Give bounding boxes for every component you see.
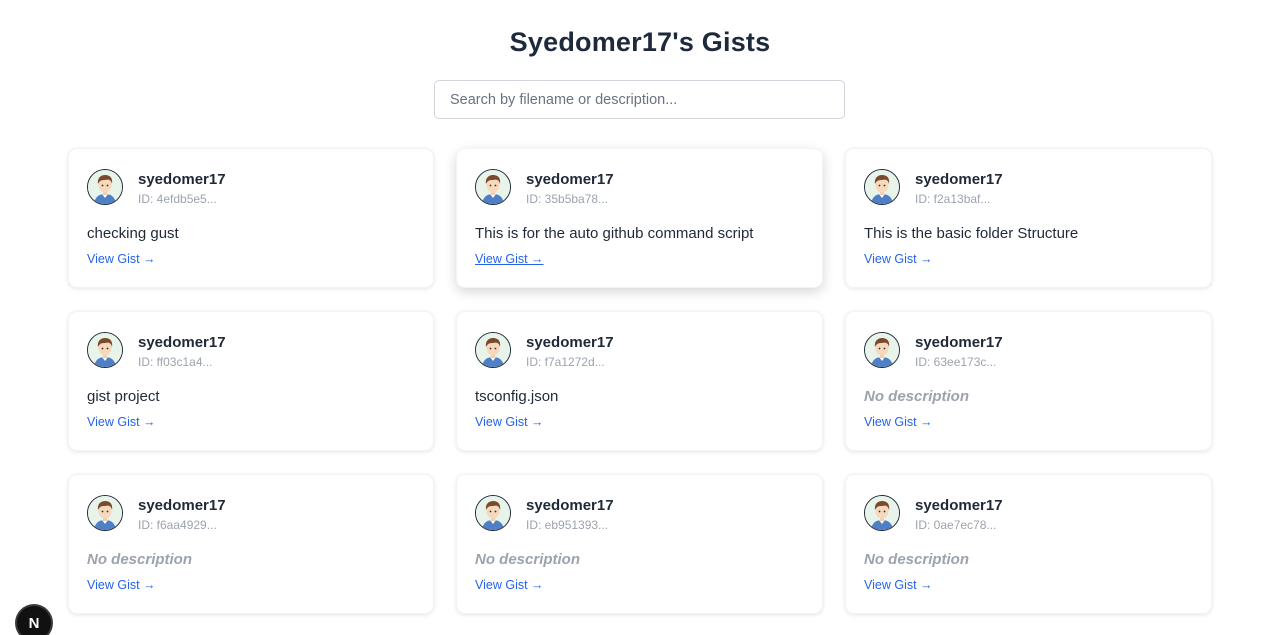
avatar xyxy=(864,332,900,368)
gist-card-header: syedomer17 ID: ff03c1a4... xyxy=(87,331,415,369)
avatar-image xyxy=(865,333,899,367)
gist-meta: syedomer17 ID: eb951393... xyxy=(526,495,614,531)
username[interactable]: syedomer17 xyxy=(138,498,226,513)
gist-meta: syedomer17 ID: 63ee173c... xyxy=(915,332,1003,368)
gist-meta: syedomer17 ID: 0ae7ec78... xyxy=(915,495,1003,531)
gist-grid: syedomer17 ID: 4efdb5e5... checking gust… xyxy=(68,148,1212,614)
gist-description: No description xyxy=(864,388,970,405)
gist-card-header: syedomer17 ID: eb951393... xyxy=(475,494,804,532)
view-gist-link[interactable]: View Gist → xyxy=(864,578,933,592)
gist-id: ID: eb951393... xyxy=(526,518,609,532)
gist-card-header: syedomer17 ID: f7a1272d... xyxy=(475,331,804,369)
avatar-image xyxy=(88,333,122,367)
gist-description: tsconfig.json xyxy=(475,388,559,405)
view-gist-link[interactable]: View Gist → xyxy=(864,252,933,266)
avatar xyxy=(87,169,123,205)
gist-card: syedomer17 ID: 63ee173c... No descriptio… xyxy=(845,311,1212,451)
gist-description: No description xyxy=(864,551,970,568)
gist-card-header: syedomer17 ID: 4efdb5e5... xyxy=(87,168,415,206)
gist-description: No description xyxy=(87,551,193,568)
username[interactable]: syedomer17 xyxy=(915,498,1003,513)
gist-meta: syedomer17 ID: 4efdb5e5... xyxy=(138,169,226,205)
gist-card: syedomer17 ID: 0ae7ec78... No descriptio… xyxy=(845,474,1212,614)
gist-id: ID: 35b5ba78... xyxy=(526,192,609,206)
avatar-image xyxy=(476,170,510,204)
username[interactable]: syedomer17 xyxy=(526,172,614,187)
view-gist-link[interactable]: View Gist → xyxy=(87,578,156,592)
gist-description: This is for the auto github command scri… xyxy=(475,225,754,242)
avatar-image xyxy=(476,333,510,367)
nextjs-icon[interactable]: N xyxy=(17,606,51,635)
gist-id: ID: f7a1272d... xyxy=(526,355,605,369)
avatar-image xyxy=(865,170,899,204)
gist-id: ID: 0ae7ec78... xyxy=(915,518,997,532)
gist-meta: syedomer17 ID: f7a1272d... xyxy=(526,332,614,368)
avatar-image xyxy=(476,496,510,530)
gist-card: syedomer17 ID: f7a1272d... tsconfig.json… xyxy=(456,311,823,451)
gist-id: ID: f6aa4929... xyxy=(138,518,217,532)
gist-card: syedomer17 ID: eb951393... No descriptio… xyxy=(456,474,823,614)
gist-card-header: syedomer17 ID: 35b5ba78... xyxy=(475,168,804,206)
gist-id: ID: ff03c1a4... xyxy=(138,355,213,369)
gist-meta: syedomer17 ID: ff03c1a4... xyxy=(138,332,226,368)
search-input[interactable] xyxy=(434,80,845,119)
gist-card: syedomer17 ID: ff03c1a4... gist project … xyxy=(68,311,434,451)
gist-card: syedomer17 ID: f2a13baf... This is the b… xyxy=(845,148,1212,288)
avatar xyxy=(475,169,511,205)
username[interactable]: syedomer17 xyxy=(915,335,1003,350)
username[interactable]: syedomer17 xyxy=(526,498,614,513)
gist-description: checking gust xyxy=(87,225,179,242)
gist-id: ID: 4efdb5e5... xyxy=(138,192,217,206)
view-gist-link[interactable]: View Gist → xyxy=(475,415,544,429)
gist-meta: syedomer17 ID: 35b5ba78... xyxy=(526,169,614,205)
avatar xyxy=(864,495,900,531)
page: Syedomer17's Gists syedomer17 ID: 4efdb5… xyxy=(0,0,1280,635)
username[interactable]: syedomer17 xyxy=(138,172,226,187)
gist-description: No description xyxy=(475,551,581,568)
view-gist-link[interactable]: View Gist → xyxy=(864,415,933,429)
gist-card: syedomer17 ID: f6aa4929... No descriptio… xyxy=(68,474,434,614)
avatar xyxy=(475,495,511,531)
gist-description: This is the basic folder Structure xyxy=(864,225,1079,242)
username[interactable]: syedomer17 xyxy=(138,335,226,350)
avatar xyxy=(475,332,511,368)
avatar-image xyxy=(88,496,122,530)
username[interactable]: syedomer17 xyxy=(526,335,614,350)
avatar-image xyxy=(865,496,899,530)
gist-card-header: syedomer17 ID: 63ee173c... xyxy=(864,331,1193,369)
gist-description: gist project xyxy=(87,388,160,405)
username[interactable]: syedomer17 xyxy=(915,172,1003,187)
avatar xyxy=(864,169,900,205)
view-gist-link[interactable]: View Gist → xyxy=(87,252,156,266)
view-gist-link[interactable]: View Gist → xyxy=(475,252,544,266)
view-gist-link[interactable]: View Gist → xyxy=(475,578,544,592)
avatar xyxy=(87,495,123,531)
avatar xyxy=(87,332,123,368)
avatar-image xyxy=(88,170,122,204)
page-title: Syedomer17's Gists xyxy=(509,27,771,57)
gist-card-header: syedomer17 ID: 0ae7ec78... xyxy=(864,494,1193,532)
gist-id: ID: 63ee173c... xyxy=(915,355,997,369)
gist-card: syedomer17 ID: 4efdb5e5... checking gust… xyxy=(68,148,434,288)
gist-card-header: syedomer17 ID: f2a13baf... xyxy=(864,168,1193,206)
gist-card: syedomer17 ID: 35b5ba78... This is for t… xyxy=(456,148,823,288)
gist-id: ID: f2a13baf... xyxy=(915,192,991,206)
view-gist-link[interactable]: View Gist → xyxy=(87,415,156,429)
gist-meta: syedomer17 ID: f6aa4929... xyxy=(138,495,226,531)
gist-card-header: syedomer17 ID: f6aa4929... xyxy=(87,494,415,532)
gist-meta: syedomer17 ID: f2a13baf... xyxy=(915,169,1003,205)
